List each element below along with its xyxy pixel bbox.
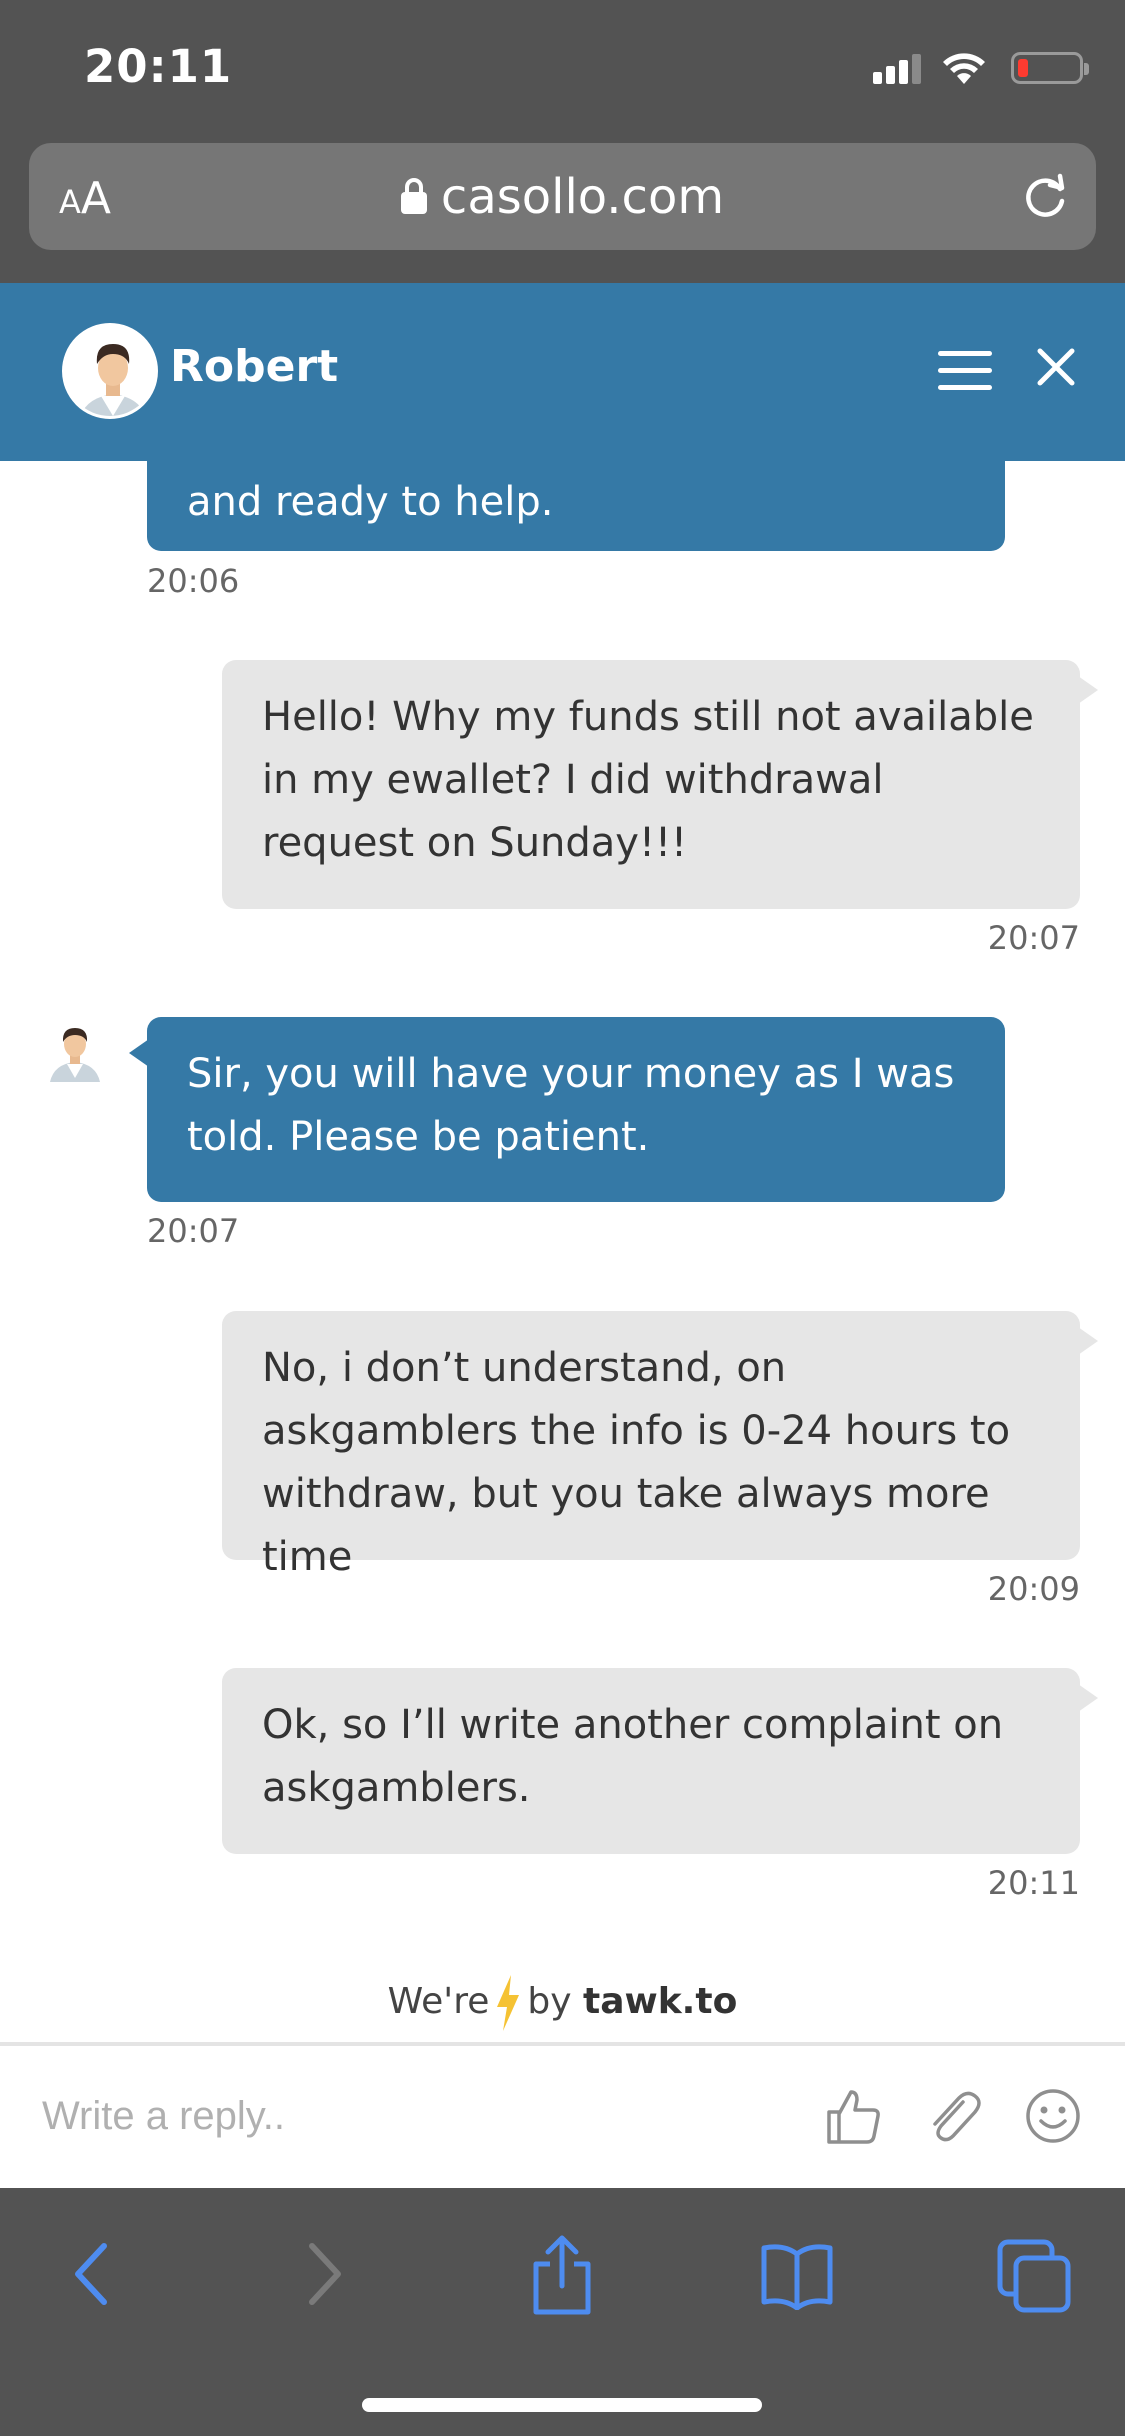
agent-name: Robert xyxy=(170,341,339,392)
close-icon[interactable] xyxy=(1034,345,1078,389)
agent-avatar-small xyxy=(50,1028,100,1082)
powered-by[interactable]: We're by tawk.to xyxy=(0,1975,1125,2031)
message-text: Ok, so I’ll write another complaint on a… xyxy=(262,1702,1004,1811)
url-display[interactable]: casollo.com xyxy=(29,169,1096,225)
thumbs-up-icon[interactable] xyxy=(823,2086,883,2146)
lock-icon xyxy=(400,178,427,214)
agent-message: Sir, you will have your money as I was t… xyxy=(129,1017,1005,1202)
smiley-icon[interactable] xyxy=(1023,2086,1083,2146)
browser-top-chrome: 20:11 AA casollo.com xyxy=(0,0,1125,283)
status-icons xyxy=(873,48,1089,88)
menu-icon[interactable] xyxy=(938,351,992,391)
user-message: No, i don’t understand, on askgamblers t… xyxy=(222,1311,1098,1580)
lightning-icon xyxy=(497,1975,520,2031)
chat-header: Robert xyxy=(0,283,1125,461)
message-time: 20:07 xyxy=(147,1212,240,1250)
url-text: casollo.com xyxy=(440,169,725,225)
reply-bar xyxy=(0,2042,1125,2188)
agent-avatar xyxy=(62,323,158,419)
message-time: 20:07 xyxy=(987,919,1080,957)
user-message: Ok, so I’ll write another complaint on a… xyxy=(222,1668,1098,1854)
share-icon[interactable] xyxy=(528,2234,596,2316)
reload-icon[interactable] xyxy=(1020,171,1070,221)
message-text: Hello! Why my funds still not available … xyxy=(262,694,1034,866)
wifi-icon xyxy=(943,53,985,84)
message-list[interactable]: and ready to help. 20:06 Hello! Why my f… xyxy=(0,461,1125,2041)
status-time: 20:11 xyxy=(84,40,233,93)
message-time: 20:11 xyxy=(987,1864,1080,1902)
agent-message: and ready to help. xyxy=(147,461,1005,551)
tabs-icon[interactable] xyxy=(996,2238,1072,2314)
reply-actions xyxy=(823,2086,1083,2146)
back-icon[interactable] xyxy=(68,2234,114,2314)
cellular-signal-icon xyxy=(873,54,921,84)
message-text: and ready to help. xyxy=(187,479,554,525)
message-time: 20:06 xyxy=(147,562,240,600)
message-time: 20:09 xyxy=(987,1570,1080,1608)
message-text: No, i don’t understand, on askgamblers t… xyxy=(262,1345,1011,1580)
brand-name: tawk.to xyxy=(582,1981,738,2022)
reply-input[interactable] xyxy=(42,2086,802,2146)
battery-icon xyxy=(1011,52,1089,84)
address-bar[interactable]: AA casollo.com xyxy=(29,143,1096,250)
home-indicator[interactable] xyxy=(362,2398,762,2412)
user-message: Hello! Why my funds still not available … xyxy=(222,660,1098,909)
paperclip-icon[interactable] xyxy=(923,2086,983,2146)
bookmarks-icon[interactable] xyxy=(760,2240,834,2310)
message-text: Sir, you will have your money as I was t… xyxy=(187,1051,955,1160)
forward-icon[interactable] xyxy=(302,2234,348,2314)
